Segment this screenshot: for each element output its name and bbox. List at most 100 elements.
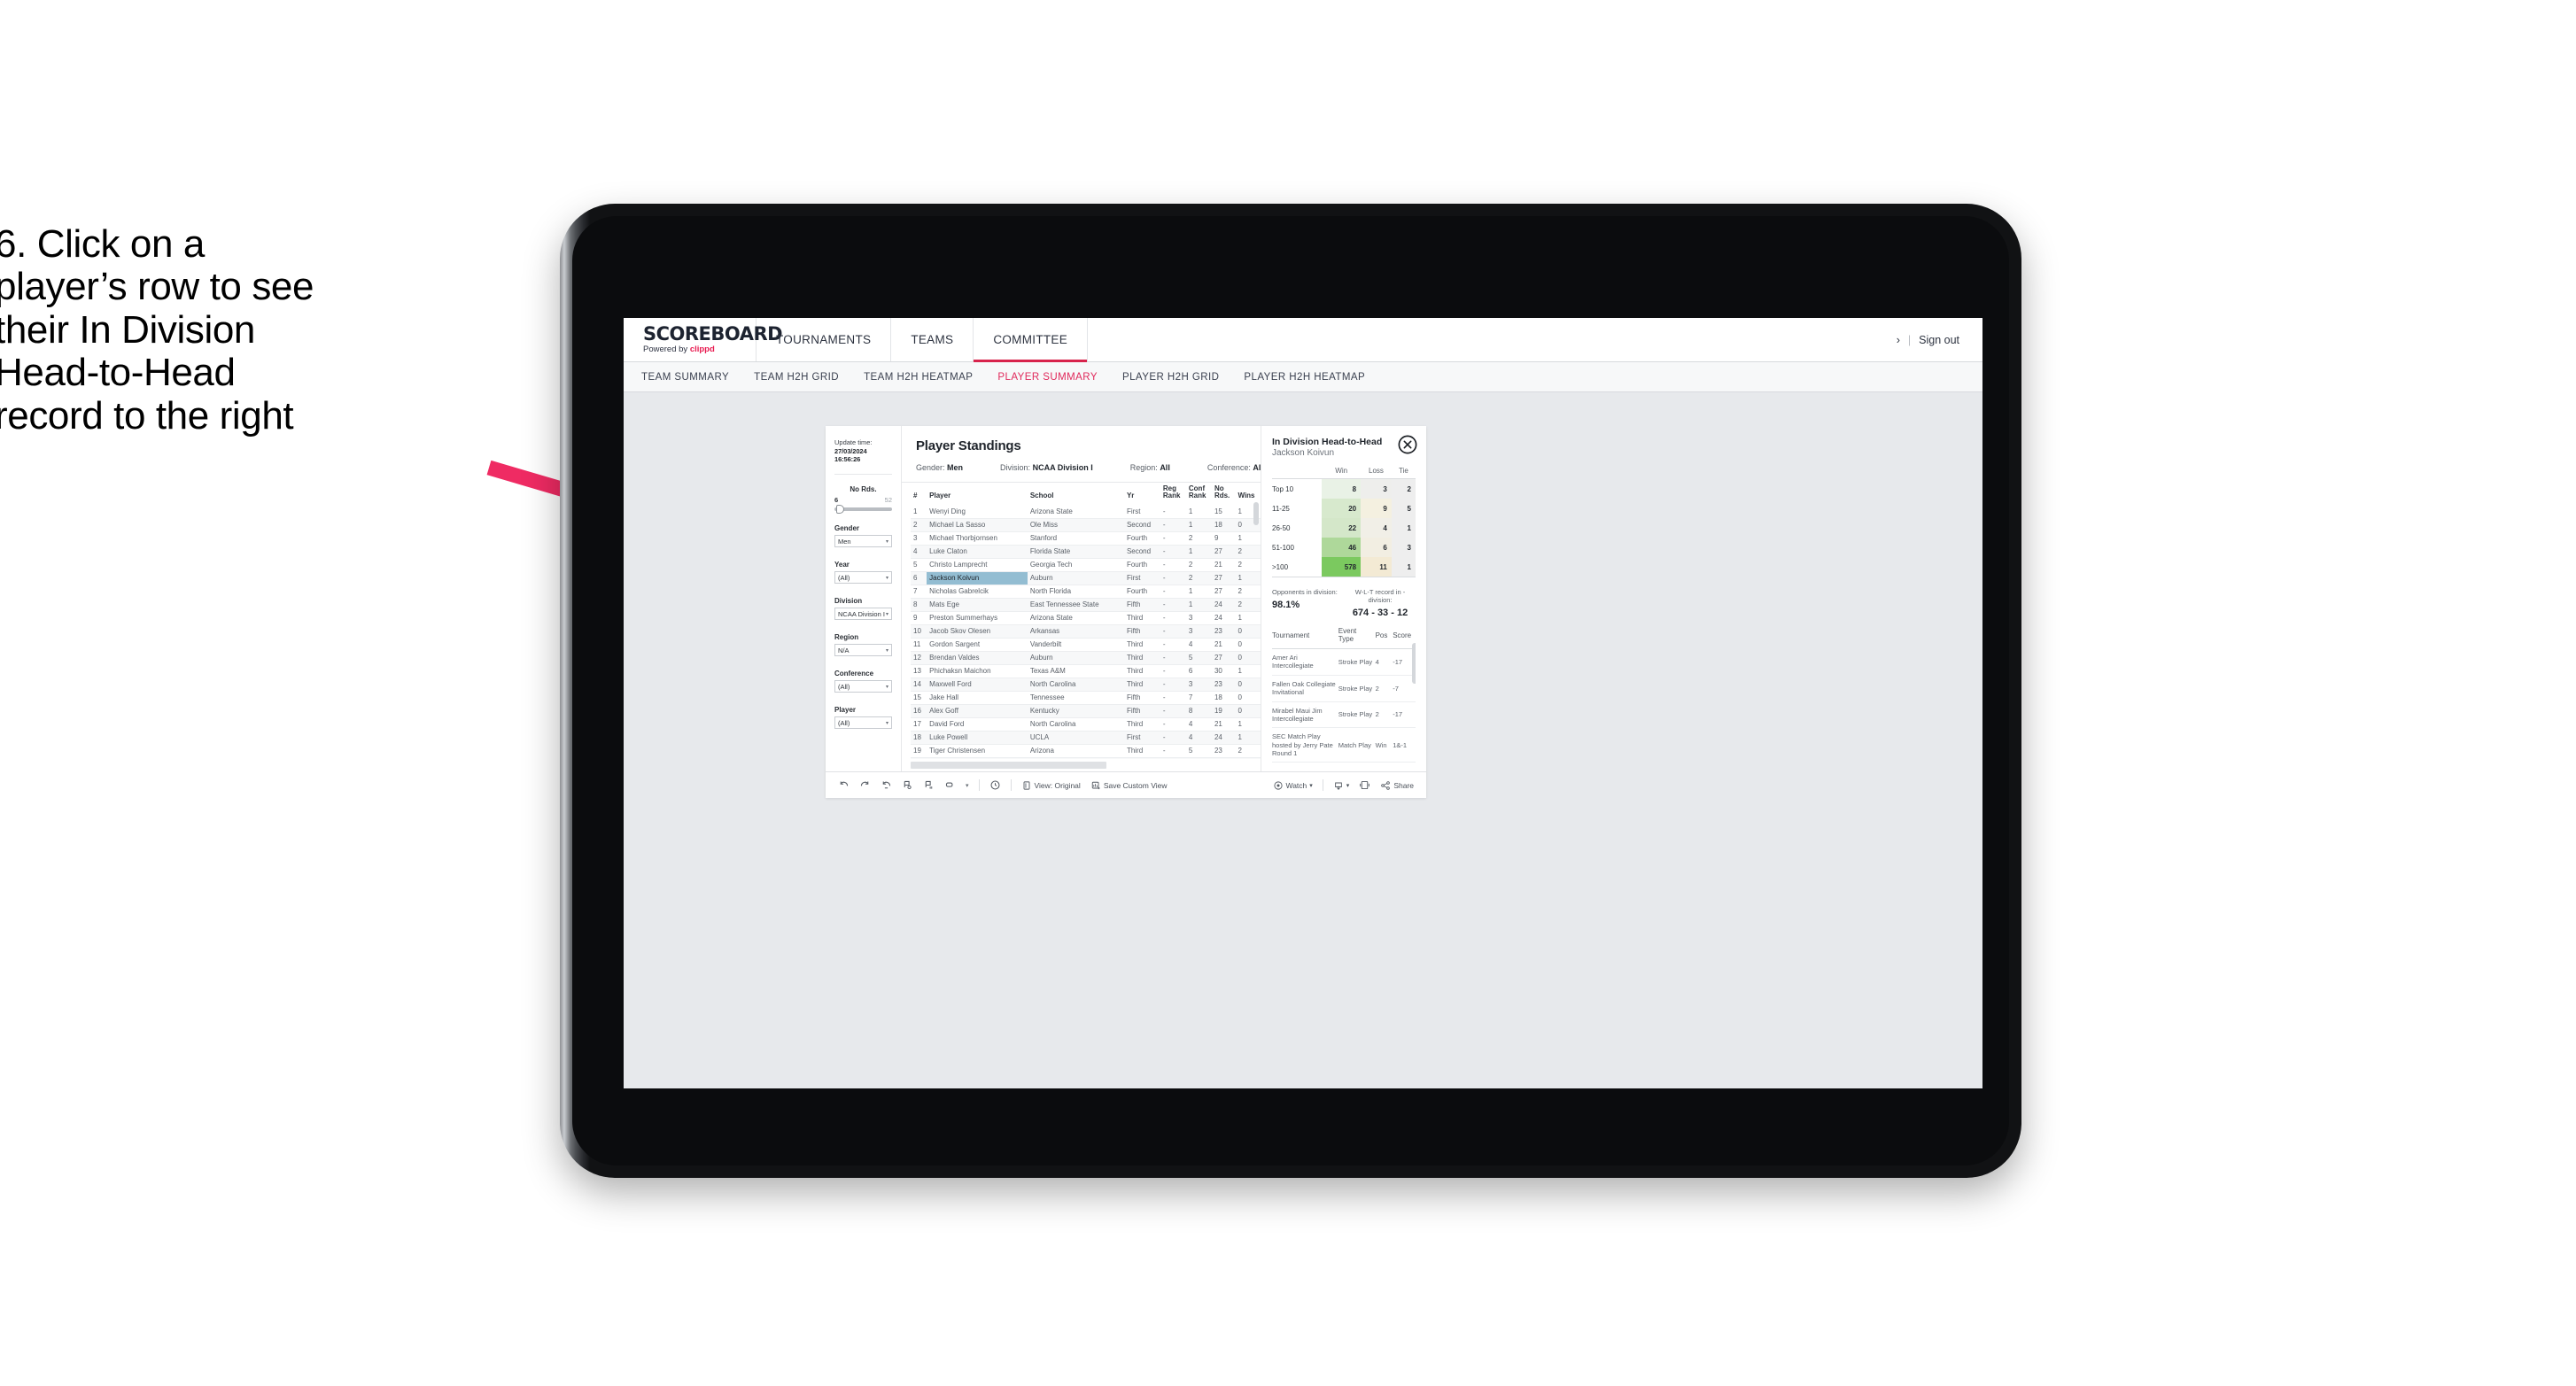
filter-gender-select[interactable]: Men ▾ (834, 535, 892, 548)
table-row[interactable]: 18 Luke Powell UCLA First -4 24 1 (911, 731, 1261, 745)
tournament-vertical-scrollbar[interactable] (1412, 643, 1416, 685)
save-custom-view-button[interactable]: Save Custom View (1090, 780, 1168, 791)
col-no-rds[interactable]: No Rds. (1212, 483, 1236, 506)
filter-player-select[interactable]: (All) ▾ (834, 716, 892, 730)
summary-conference-label: Conference: (1207, 463, 1251, 472)
table-row[interactable]: 11 Gordon Sargent Vanderbilt Third -4 21 0 (911, 638, 1261, 652)
col-rank[interactable]: # (911, 483, 927, 506)
save-custom-view-label: Save Custom View (1103, 780, 1168, 790)
cell-reg-rank: - (1160, 678, 1186, 692)
cell-reg-rank: - (1160, 505, 1186, 519)
chevron-down-icon: ▾ (885, 720, 888, 726)
nav-committee[interactable]: COMMITTEE (974, 318, 1089, 362)
filter-region-select[interactable]: N/A ▾ (834, 644, 892, 657)
cell-pos: 4 (1375, 648, 1393, 676)
table-row[interactable]: 10 Jacob Skov Olesen Arkansas Fifth -3 23 0 (911, 624, 1261, 639)
col-school[interactable]: School (1028, 483, 1124, 506)
h2h-band-label: >100 (1272, 557, 1323, 578)
table-row[interactable]: 2 Michael La Sasso Ole Miss Second -1 18 0 (911, 518, 1261, 532)
table-row[interactable]: 1 Wenyi Ding Arizona State First -1 15 1 (911, 505, 1261, 519)
table-row[interactable]: 4 Luke Claton Florida State Second -1 27 2 (911, 545, 1261, 559)
table-row[interactable]: 20Matthew RiedelVanderbiltFifth-9230 (911, 757, 1261, 759)
fullscreen-icon[interactable] (1359, 779, 1370, 791)
col-player[interactable]: Player (927, 483, 1028, 506)
table-row[interactable]: 6 Jackson Koivun Auburn First -2 27 1 (911, 571, 1261, 585)
table-row[interactable]: 13 Phichaksn Maichon Texas A&M Third -6 30 1 (911, 664, 1261, 678)
cell-pos: 2 (1375, 701, 1393, 729)
table-row[interactable]: 19 Tiger Christensen Arizona Third -5 23 2 (911, 744, 1261, 758)
scrollbar-thumb[interactable] (911, 762, 1107, 769)
stat-opponents-value: 98.1% (1272, 600, 1300, 611)
table-row[interactable]: 3 Michael Thorbjornsen Stanford Fourth -2 9 1 (911, 531, 1261, 546)
redo-icon[interactable] (859, 779, 871, 791)
table-row[interactable]: 5 Christo Lamprecht Georgia Tech Fourth -2 21… (911, 558, 1261, 572)
slider-handle[interactable] (836, 505, 844, 515)
cell-no-rds: 24 (1211, 598, 1236, 612)
tab-player-summary[interactable]: PLAYER SUMMARY (997, 372, 1098, 383)
standings-header-row: # Player School Yr Reg Rank Conf Rank No… (911, 483, 1261, 506)
filter-player: Player (All) ▾ (834, 706, 892, 730)
tab-team-h2h-heatmap[interactable]: TEAM H2H HEATMAP (864, 372, 973, 383)
table-row[interactable]: 8 Mats Ege East Tennessee State Fifth -1 24 2 (911, 598, 1261, 612)
refresh-icon[interactable] (902, 779, 913, 791)
app-header: SCOREBOARD Powered by clippd TOURNAMENTS… (624, 318, 1982, 362)
tournament-row[interactable]: Fallen Oak Collegiate Invitational Stroke… (1272, 675, 1416, 702)
revert-icon[interactable] (881, 779, 892, 791)
pause-icon[interactable] (923, 779, 935, 791)
download-button[interactable]: ▾ (1333, 780, 1349, 791)
cell-rank: 3 (911, 531, 927, 546)
table-row[interactable]: 15 Jake Hall Tennessee Fifth -7 18 0 (911, 691, 1261, 705)
close-icon[interactable] (1398, 435, 1417, 454)
nav-tournaments[interactable]: TOURNAMENTS (757, 318, 892, 361)
tournament-row[interactable]: Mirabel Maui Jim Intercollegiate Stroke P… (1272, 701, 1416, 729)
filter-conference-select[interactable]: (All) ▾ (834, 680, 892, 693)
table-row[interactable]: 16 Alex Goff Kentucky Fifth -8 19 0 (911, 704, 1261, 718)
cell-tournament-name: SEC Match Play hosted by Jerry Pate Roun… (1272, 727, 1338, 763)
cell-player: Michael La Sasso (927, 518, 1028, 532)
filter-year-select[interactable]: (All) ▾ (834, 571, 892, 585)
cell-player: Mats Ege (927, 598, 1028, 612)
table-row[interactable]: 9 Preston Summerhays Arizona State Third -3 2… (911, 611, 1261, 625)
chevron-right-icon[interactable]: › (1897, 334, 1900, 346)
table-row[interactable]: 12 Brendan Valdes Auburn Third -5 27 0 (911, 651, 1261, 665)
filter-division-select[interactable]: NCAA Division I ▾ (834, 608, 892, 621)
table-row[interactable]: 14 Maxwell Ford North Carolina Third -3 23 0 (911, 678, 1261, 692)
header-separator: | (1907, 333, 1912, 346)
h2h-loss-cell: 9 (1361, 499, 1392, 519)
undo-icon[interactable] (838, 779, 850, 791)
h2h-win-cell: 578 (1322, 557, 1362, 578)
filter-conference: Conference (All) ▾ (834, 670, 892, 693)
no-rounds-slider[interactable] (834, 505, 892, 515)
app-logo[interactable]: SCOREBOARD Powered by clippd (624, 318, 783, 361)
tab-player-h2h-heatmap[interactable]: PLAYER H2H HEATMAP (1244, 372, 1365, 383)
tab-team-summary[interactable]: TEAM SUMMARY (641, 372, 729, 383)
share-icon (1381, 780, 1391, 790)
share-button[interactable]: Share (1380, 780, 1414, 791)
watch-button[interactable]: Watch ▾ (1273, 780, 1313, 791)
cell-school: Arizona State (1027, 611, 1124, 625)
col-reg-rank[interactable]: Reg Rank (1160, 483, 1186, 506)
highlight-icon[interactable] (944, 779, 956, 791)
standings-vertical-scrollbar[interactable] (1253, 502, 1259, 525)
tournament-head: Tournament Event Type Pos Score (1272, 627, 1416, 650)
sign-out-link[interactable]: Sign out (1919, 334, 1959, 346)
nav-teams[interactable]: TEAMS (891, 318, 974, 361)
table-row[interactable]: 17 David Ford North Carolina Third -4 21 1 (911, 717, 1261, 732)
tournament-row[interactable]: Amer Ari Intercollegiate Stroke Play 4 -17 (1272, 648, 1416, 676)
col-year[interactable]: Yr (1124, 483, 1160, 506)
tab-player-h2h-grid[interactable]: PLAYER H2H GRID (1122, 372, 1219, 383)
document-icon (1023, 780, 1029, 790)
col-event-type: Event Type (1338, 627, 1376, 650)
page-title: Player Standings (916, 438, 1021, 453)
share-label: Share (1393, 780, 1414, 790)
tournament-row[interactable]: SEC Match Play hosted by Jerry Pate Roun… (1272, 727, 1416, 763)
tab-team-h2h-grid[interactable]: TEAM H2H GRID (754, 372, 839, 383)
standings-horizontal-scrollbar[interactable] (902, 759, 1261, 771)
cell-conf-rank: 3 (1185, 624, 1212, 639)
table-row[interactable]: 7 Nicholas Gabrelcik North Florida Fourth -1… (911, 585, 1261, 599)
col-conf-rank[interactable]: Conf Rank (1186, 483, 1212, 506)
chevron-down-icon[interactable]: ▾ (966, 782, 969, 789)
h2h-band-label: 11-25 (1272, 499, 1323, 519)
view-original-button[interactable]: View: Original (1021, 780, 1081, 791)
clock-icon[interactable] (989, 779, 1001, 791)
